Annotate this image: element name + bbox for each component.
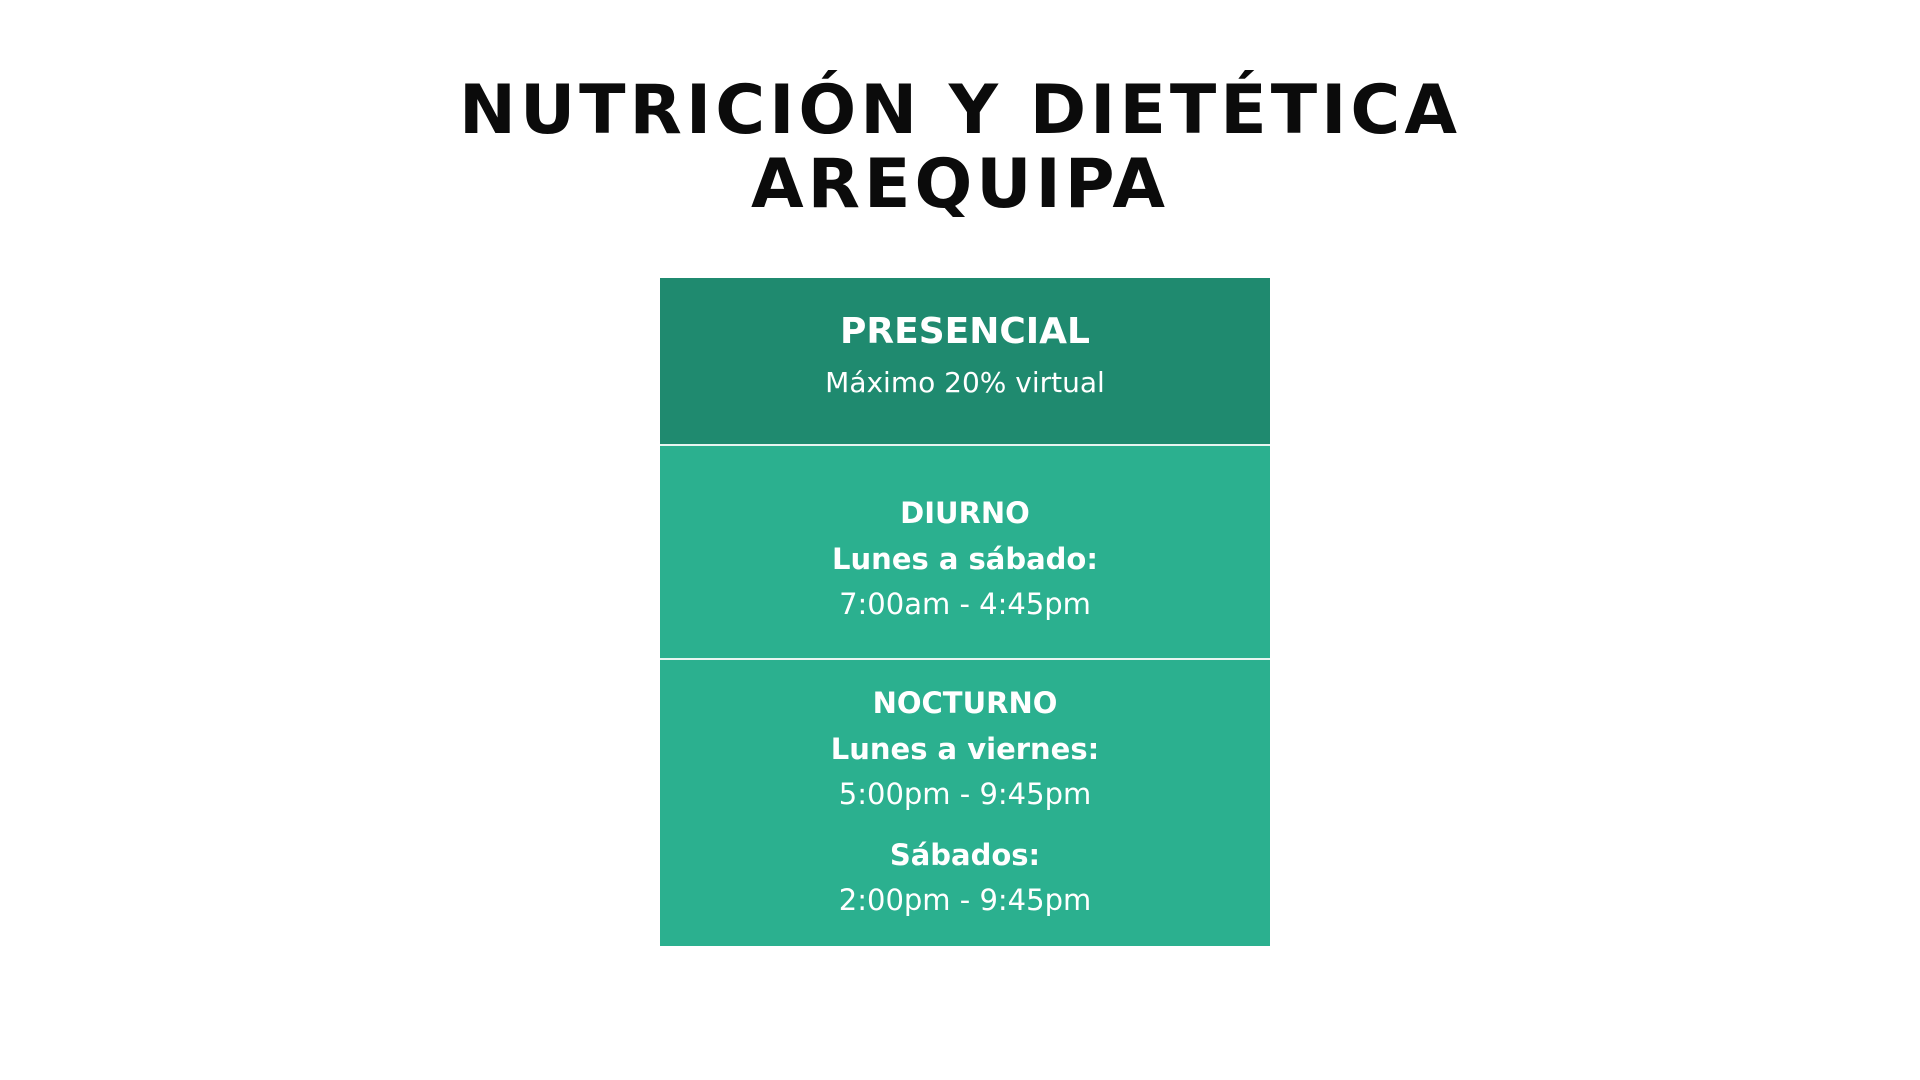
nocturno-title: NOCTURNO	[872, 686, 1058, 720]
diurno-days: Lunes a sábado:	[832, 542, 1098, 576]
modality-header: PRESENCIAL Máximo 20% virtual	[660, 278, 1270, 444]
diurno-cell: DIURNO Lunes a sábado: 7:00am - 4:45pm	[660, 446, 1270, 658]
diurno-title: DIURNO	[900, 496, 1030, 530]
title-line-city: AREQUIPA	[751, 145, 1169, 224]
schedule-table: PRESENCIAL Máximo 20% virtual DIURNO Lun…	[660, 278, 1270, 946]
title-line-program: NUTRICIÓN Y DIETÉTICA	[459, 71, 1461, 150]
modality-note: Máximo 20% virtual	[825, 366, 1105, 399]
nocturno-cell: NOCTURNO Lunes a viernes: 5:00pm - 9:45p…	[660, 660, 1270, 946]
nocturno-weekday-hours: 5:00pm - 9:45pm	[838, 777, 1092, 811]
nocturno-weekday-days: Lunes a viernes:	[830, 732, 1100, 766]
nocturno-saturday-days: Sábados:	[889, 838, 1041, 872]
modality-title: PRESENCIAL	[840, 311, 1090, 352]
diurno-hours: 7:00am - 4:45pm	[839, 587, 1091, 621]
page-title: NUTRICIÓN Y DIETÉTICA AREQUIPA	[0, 74, 1920, 222]
nocturno-saturday-hours: 2:00pm - 9:45pm	[838, 883, 1092, 917]
